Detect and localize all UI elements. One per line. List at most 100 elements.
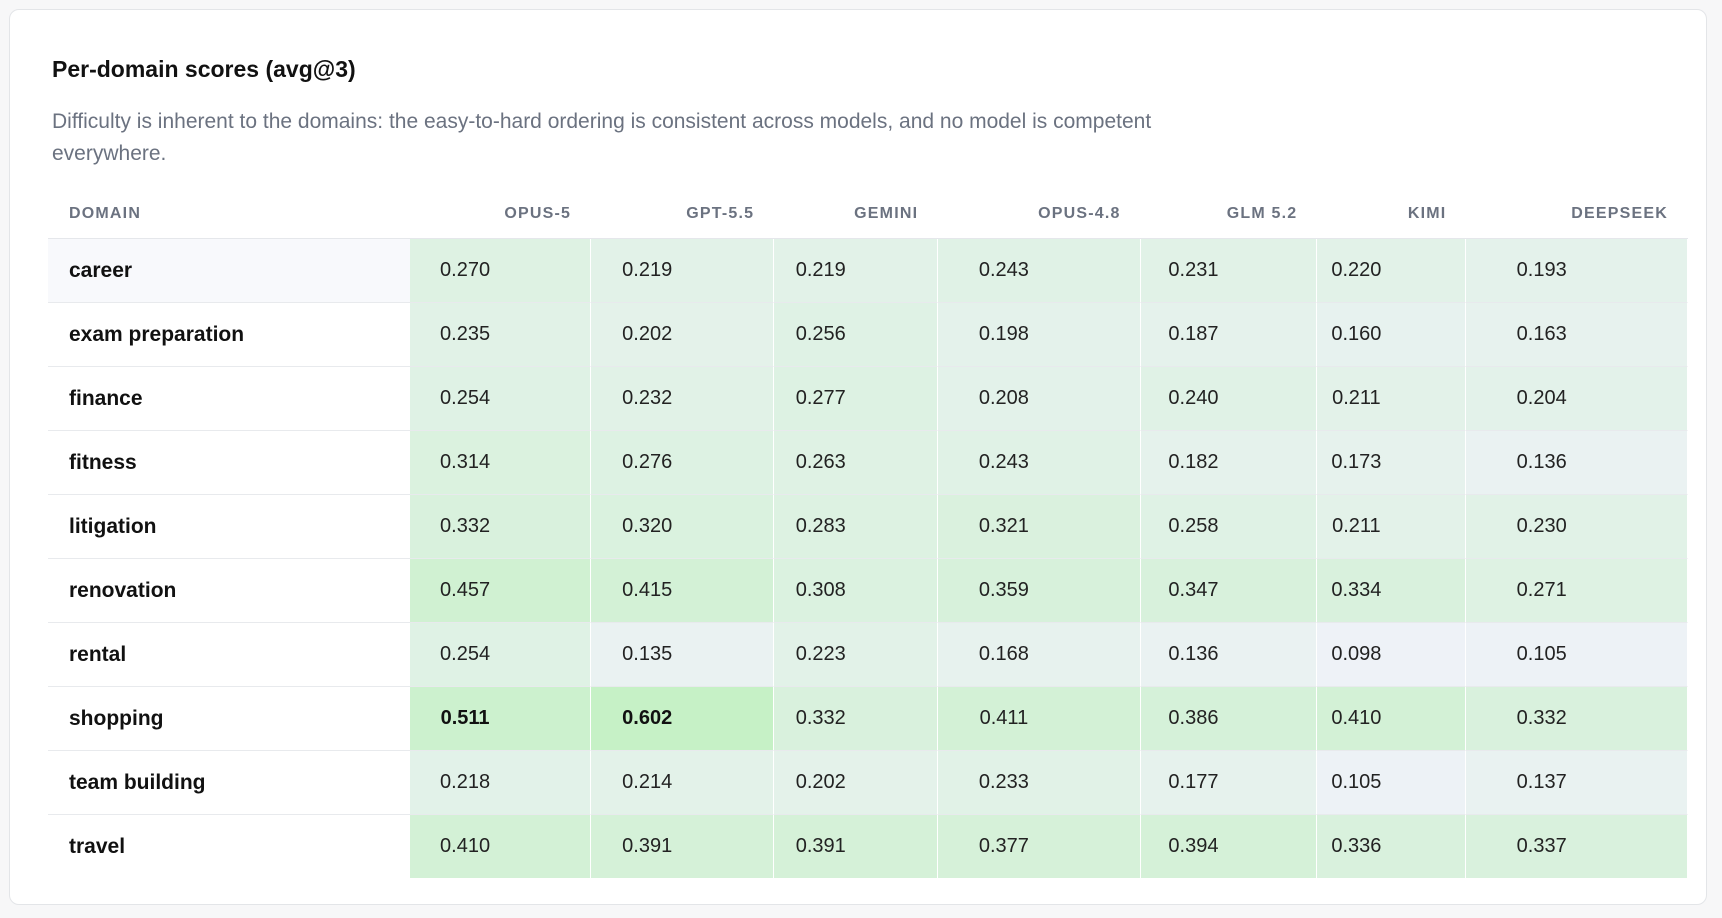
score-cell: 0.211 <box>1317 495 1467 559</box>
score-cell: 0.211 <box>1317 367 1467 431</box>
score-cell: 0.337 <box>1466 815 1688 878</box>
domain-label: shopping <box>48 687 411 751</box>
table-row: travel 0.410 0.391 0.391 0.377 0.394 0.336 0.33… <box>48 815 1688 878</box>
score-cell: 0.411 <box>938 687 1141 751</box>
score-cell: 0.202 <box>591 303 775 367</box>
score-cell: 0.602 <box>591 687 775 751</box>
score-cell: 0.271 <box>1466 559 1688 623</box>
score-cell: 0.098 <box>1317 623 1467 687</box>
table-row: team building 0.218 0.214 0.202 0.233 0.177 0.… <box>48 751 1688 815</box>
score-cell: 0.410 <box>410 815 592 878</box>
column-header-model[interactable]: GEMINI <box>774 190 939 239</box>
score-cell: 0.243 <box>938 431 1141 495</box>
score-cell: 0.336 <box>1317 815 1467 878</box>
score-cell: 0.254 <box>410 623 592 687</box>
score-cell: 0.377 <box>938 815 1141 878</box>
score-cell: 0.218 <box>410 751 592 815</box>
column-header-model[interactable]: KIMI <box>1317 190 1467 239</box>
score-cell: 0.457 <box>410 559 592 623</box>
heatmap-table: DOMAIN OPUS-5 GPT-5.5 GEMINI OPUS-4.8 GLM 5.… <box>48 190 1688 878</box>
score-cell: 0.135 <box>591 623 775 687</box>
score-cell: 0.214 <box>591 751 775 815</box>
score-cell: 0.415 <box>591 559 775 623</box>
domain-label: litigation <box>48 495 411 559</box>
table-row: fitness 0.314 0.276 0.263 0.243 0.182 0.173 0.1… <box>48 431 1688 495</box>
score-cell: 0.220 <box>1317 239 1467 303</box>
score-cell: 0.386 <box>1140 687 1318 751</box>
score-cell: 0.208 <box>938 367 1141 431</box>
chart-title: Per-domain scores (avg@3) <box>52 56 356 82</box>
score-cell: 0.240 <box>1140 367 1318 431</box>
domain-label: exam preparation <box>48 303 411 367</box>
score-cell: 0.394 <box>1140 815 1318 878</box>
score-cell: 0.219 <box>774 239 939 303</box>
score-cell: 0.223 <box>774 623 939 687</box>
column-header-model[interactable]: GLM 5.2 <box>1140 190 1318 239</box>
score-cell: 0.193 <box>1466 239 1688 303</box>
column-header-model[interactable]: OPUS-5 <box>410 190 592 239</box>
score-cell: 0.231 <box>1140 239 1318 303</box>
score-cell: 0.256 <box>774 303 939 367</box>
domain-label: team building <box>48 751 411 815</box>
score-cell: 0.230 <box>1466 495 1688 559</box>
score-cell: 0.173 <box>1317 431 1467 495</box>
domain-label: fitness <box>48 431 411 495</box>
score-cell: 0.232 <box>591 367 775 431</box>
score-cell: 0.137 <box>1466 751 1688 815</box>
score-cell: 0.202 <box>774 751 939 815</box>
score-cell: 0.163 <box>1466 303 1688 367</box>
header-row: DOMAIN OPUS-5 GPT-5.5 GEMINI OPUS-4.8 GLM 5.… <box>48 190 1688 239</box>
score-cell: 0.187 <box>1140 303 1318 367</box>
score-cell: 0.359 <box>938 559 1141 623</box>
score-cell: 0.258 <box>1140 495 1318 559</box>
column-header-model[interactable]: DEEPSEEK <box>1466 190 1688 239</box>
domain-label: career <box>48 239 411 303</box>
table-row: rental 0.254 0.135 0.223 0.168 0.136 0.098 0.10… <box>48 623 1688 687</box>
score-cell: 0.243 <box>938 239 1141 303</box>
scores-card: Per-domain scores (avg@3) Difficulty is … <box>9 9 1707 905</box>
score-cell: 0.168 <box>938 623 1141 687</box>
domain-label: rental <box>48 623 411 687</box>
table-row: exam preparation 0.235 0.202 0.256 0.198 0.18… <box>48 303 1688 367</box>
table-row: finance 0.254 0.232 0.277 0.208 0.240 0.211 0.2… <box>48 367 1688 431</box>
score-cell: 0.204 <box>1466 367 1688 431</box>
score-cell: 0.391 <box>774 815 939 878</box>
score-cell: 0.270 <box>410 239 592 303</box>
score-cell: 0.410 <box>1317 687 1467 751</box>
score-cell: 0.105 <box>1317 751 1467 815</box>
score-cell: 0.254 <box>410 367 592 431</box>
score-cell: 0.235 <box>410 303 592 367</box>
score-cell: 0.198 <box>938 303 1141 367</box>
score-cell: 0.321 <box>938 495 1141 559</box>
score-cell: 0.308 <box>774 559 939 623</box>
domain-label: finance <box>48 367 411 431</box>
domain-label: renovation <box>48 559 411 623</box>
score-cell: 0.277 <box>774 367 939 431</box>
score-cell: 0.263 <box>774 431 939 495</box>
score-cell: 0.334 <box>1317 559 1467 623</box>
score-cell: 0.276 <box>591 431 775 495</box>
chart-subtitle: Difficulty is inherent to the domains: t… <box>52 110 1152 165</box>
score-cell: 0.283 <box>774 495 939 559</box>
score-cell: 0.332 <box>1466 687 1688 751</box>
table-row: litigation 0.332 0.320 0.283 0.321 0.258 0.211… <box>48 495 1688 559</box>
table-row: shopping 0.511 0.602 0.332 0.411 0.386 0.410 0.… <box>48 687 1688 751</box>
score-cell: 0.105 <box>1466 623 1688 687</box>
score-cell: 0.233 <box>938 751 1141 815</box>
column-header-model[interactable]: GPT-5.5 <box>591 190 775 239</box>
heatmap-body: career 0.270 0.219 0.219 0.243 0.231 0.220 0.19… <box>48 239 1688 878</box>
column-header-model[interactable]: OPUS-4.8 <box>938 190 1141 239</box>
table-row: renovation 0.457 0.415 0.308 0.359 0.347 0.334… <box>48 559 1688 623</box>
score-cell: 0.332 <box>774 687 939 751</box>
score-cell: 0.136 <box>1140 623 1318 687</box>
column-header-domain: DOMAIN <box>48 190 411 239</box>
table-row: career 0.270 0.219 0.219 0.243 0.231 0.220 0.19… <box>48 239 1688 303</box>
domain-label: travel <box>48 815 411 878</box>
score-cell: 0.136 <box>1466 431 1688 495</box>
score-cell: 0.314 <box>410 431 592 495</box>
score-cell: 0.511 <box>410 687 592 751</box>
score-cell: 0.391 <box>591 815 775 878</box>
score-cell: 0.332 <box>410 495 592 559</box>
score-cell: 0.219 <box>591 239 775 303</box>
score-cell: 0.182 <box>1140 431 1318 495</box>
